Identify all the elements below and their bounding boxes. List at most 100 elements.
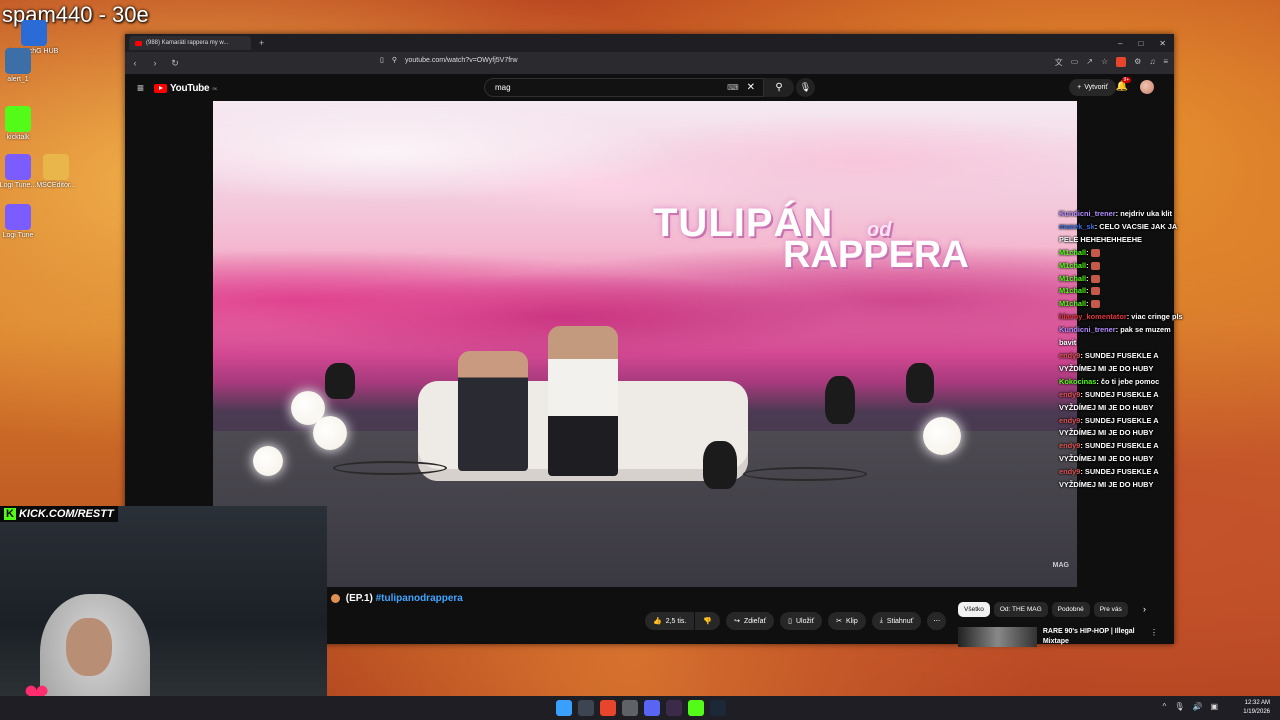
network-icon[interactable]: ▣	[1210, 702, 1218, 711]
side-table-left	[333, 461, 447, 475]
mic-tray-icon[interactable]: 🎙	[1174, 702, 1184, 711]
menu-icon[interactable]: ≡	[1163, 57, 1168, 68]
brave-shields-icon[interactable]	[1116, 57, 1127, 67]
share-button[interactable]: ↪ Zdieľať	[726, 612, 775, 630]
clip-button[interactable]: ✂ Klip	[828, 612, 866, 630]
translate-icon[interactable]: 文	[1055, 57, 1063, 68]
vase-1	[703, 441, 737, 489]
kick-icon[interactable]	[688, 700, 704, 716]
thumbs-down-icon: 👎	[703, 618, 713, 625]
chat-username: Kokocinas	[1059, 376, 1097, 386]
video-player[interactable]: TULIPÁN od RAPPERA MAG	[213, 101, 1077, 587]
chip-related[interactable]: Podobné	[1051, 602, 1090, 617]
chip-all[interactable]: Všetko	[958, 602, 990, 617]
clip-label: Klip	[846, 617, 858, 625]
webcam-overlay: ❤	[0, 506, 327, 720]
youtube-logo[interactable]: YouTube SK	[154, 83, 217, 94]
create-label: Vytvoriť	[1084, 84, 1108, 91]
reload-icon[interactable]: ↻	[165, 58, 185, 69]
system-tray: ^ 🎙 🔊 ▣	[1163, 702, 1218, 711]
save-button[interactable]: ▯ Uložiť	[780, 612, 823, 630]
volume-icon[interactable]: 🔊	[1192, 702, 1202, 711]
desktop-icon-label: MSCEditor...	[36, 182, 76, 189]
chip-channel[interactable]: Od: THE MAG	[993, 602, 1048, 617]
show-logo: TULIPÁN od RAPPERA	[653, 201, 1053, 277]
desktop-icon[interactable]: MSCEditor...	[26, 154, 86, 189]
site-info-icon[interactable]: ⚲	[392, 56, 397, 64]
streamer-face	[66, 618, 112, 676]
keyboard-icon[interactable]: ⌨	[727, 83, 739, 92]
host-right	[548, 326, 618, 476]
chat-message: hlavny_komentator: viac cringe pls	[1059, 312, 1183, 322]
notifications-button[interactable]: 🔔 9+	[1116, 77, 1132, 92]
url-field[interactable]: youtube.com/watch?v=OWyfj5V7frw	[405, 57, 518, 64]
clock[interactable]: 12:32 AM 1/19/2026	[1243, 699, 1270, 717]
notification-badge: 9+	[1121, 77, 1132, 83]
hamburger-menu-icon[interactable]: ≡	[137, 81, 144, 95]
search-query: mag	[495, 83, 511, 92]
clock-date: 1/19/2026	[1243, 709, 1270, 715]
show-logo-line2: od	[867, 219, 892, 241]
lamp-2	[313, 416, 347, 450]
bookmark-icon[interactable]: ▯	[380, 56, 384, 64]
address-bar: ‹ › ↻ ▯ ⚲ youtube.com/watch?v=OWyfj5V7fr…	[125, 52, 1174, 74]
new-tab-icon[interactable]: +	[259, 38, 264, 48]
download-button[interactable]: ⤓ Stiahnuť	[871, 612, 922, 630]
tab-youtube[interactable]: (988) Kamaráti rappera my w...	[129, 36, 251, 50]
chat-username: M1chall	[1059, 260, 1087, 270]
minimize-icon[interactable]: –	[1118, 39, 1122, 48]
cast-icon[interactable]: ▭	[1071, 57, 1079, 68]
steam-icon[interactable]	[710, 700, 726, 716]
close-window-icon[interactable]: ✕	[1159, 39, 1166, 48]
discord-icon[interactable]	[644, 700, 660, 716]
search-button[interactable]: ⚲	[764, 78, 794, 97]
share-page-icon[interactable]: ↗	[1086, 57, 1093, 68]
back-icon[interactable]: ‹	[125, 58, 145, 68]
kick-banner: K KICK.COM/RESTT	[0, 506, 118, 522]
extensions-icon[interactable]: ⚙	[1134, 57, 1141, 68]
emote-icon	[1090, 274, 1100, 283]
desktop-icon[interactable]: alert_1	[0, 48, 48, 83]
dislike-button[interactable]: 👎	[695, 612, 721, 630]
media-icon[interactable]: ♫	[1149, 57, 1155, 68]
chat-message: endy9: SUNDEJ FUSEKLE A VYŽDÍMEJ MI JE D…	[1059, 441, 1159, 464]
chevron-right-icon[interactable]: ›	[1143, 604, 1146, 614]
brave-icon[interactable]	[600, 700, 616, 716]
more-actions-button[interactable]: ⋯	[927, 612, 947, 630]
recommended-menu-icon[interactable]: ⋮	[1150, 628, 1158, 637]
chip-for-you[interactable]: Pre vás	[1093, 602, 1128, 617]
avatar[interactable]	[1140, 80, 1154, 94]
share-label: Zdieľať	[743, 617, 767, 625]
forward-icon[interactable]: ›	[145, 58, 165, 68]
like-button[interactable]: 👍 2,5 tis.	[645, 612, 695, 630]
thumbs-up-icon: 👍	[653, 618, 662, 625]
video-title[interactable]: (EP.1) #tulipanodrappera	[331, 593, 463, 604]
recommended-thumbnail[interactable]	[958, 627, 1037, 647]
video-actions: 👍 2,5 tis. 👎 ↪ Zdieľať ▯ Uložiť ✂ Klip ⤓…	[645, 612, 947, 630]
clear-search-icon[interactable]: ✕	[747, 82, 755, 93]
recommended-video[interactable]: RARE 90's HIP-HOP | Illegal Mixtape	[958, 627, 1158, 647]
video-title-hashtag[interactable]: #tulipanodrappera	[376, 593, 463, 604]
create-button[interactable]: + Vytvoriť	[1069, 79, 1116, 96]
maximize-icon[interactable]: □	[1138, 39, 1143, 48]
terminal-icon[interactable]	[578, 700, 594, 716]
search-input[interactable]: mag ⌨ ✕	[484, 78, 764, 97]
start-icon[interactable]	[556, 700, 572, 716]
tab-bar: (988) Kamaráti rappera my w... + – □ ✕	[125, 34, 1174, 52]
obs-icon[interactable]	[666, 700, 682, 716]
voice-search-button[interactable]: 🎙	[796, 78, 815, 97]
desktop-icon[interactable]: Logi Tune	[0, 204, 48, 239]
desktop-icon[interactable]: kicktalk	[0, 106, 48, 141]
chat-message: M1chall:	[1059, 273, 1189, 286]
tray-chevron-icon[interactable]: ^	[1163, 702, 1167, 711]
vase-3	[906, 363, 934, 403]
recommended-title[interactable]: RARE 90's HIP-HOP | Illegal Mixtape	[1043, 627, 1158, 647]
bookmark-star-icon[interactable]: ☆	[1101, 57, 1108, 68]
emote-icon	[1090, 300, 1100, 309]
chrome-icon[interactable]	[622, 700, 638, 716]
chat-username: endy9	[1059, 350, 1081, 360]
emote-icon	[1090, 248, 1100, 257]
alert-icon	[5, 48, 31, 74]
chat-username: M1chall	[1059, 247, 1087, 257]
scissors-icon: ✂	[836, 618, 843, 625]
